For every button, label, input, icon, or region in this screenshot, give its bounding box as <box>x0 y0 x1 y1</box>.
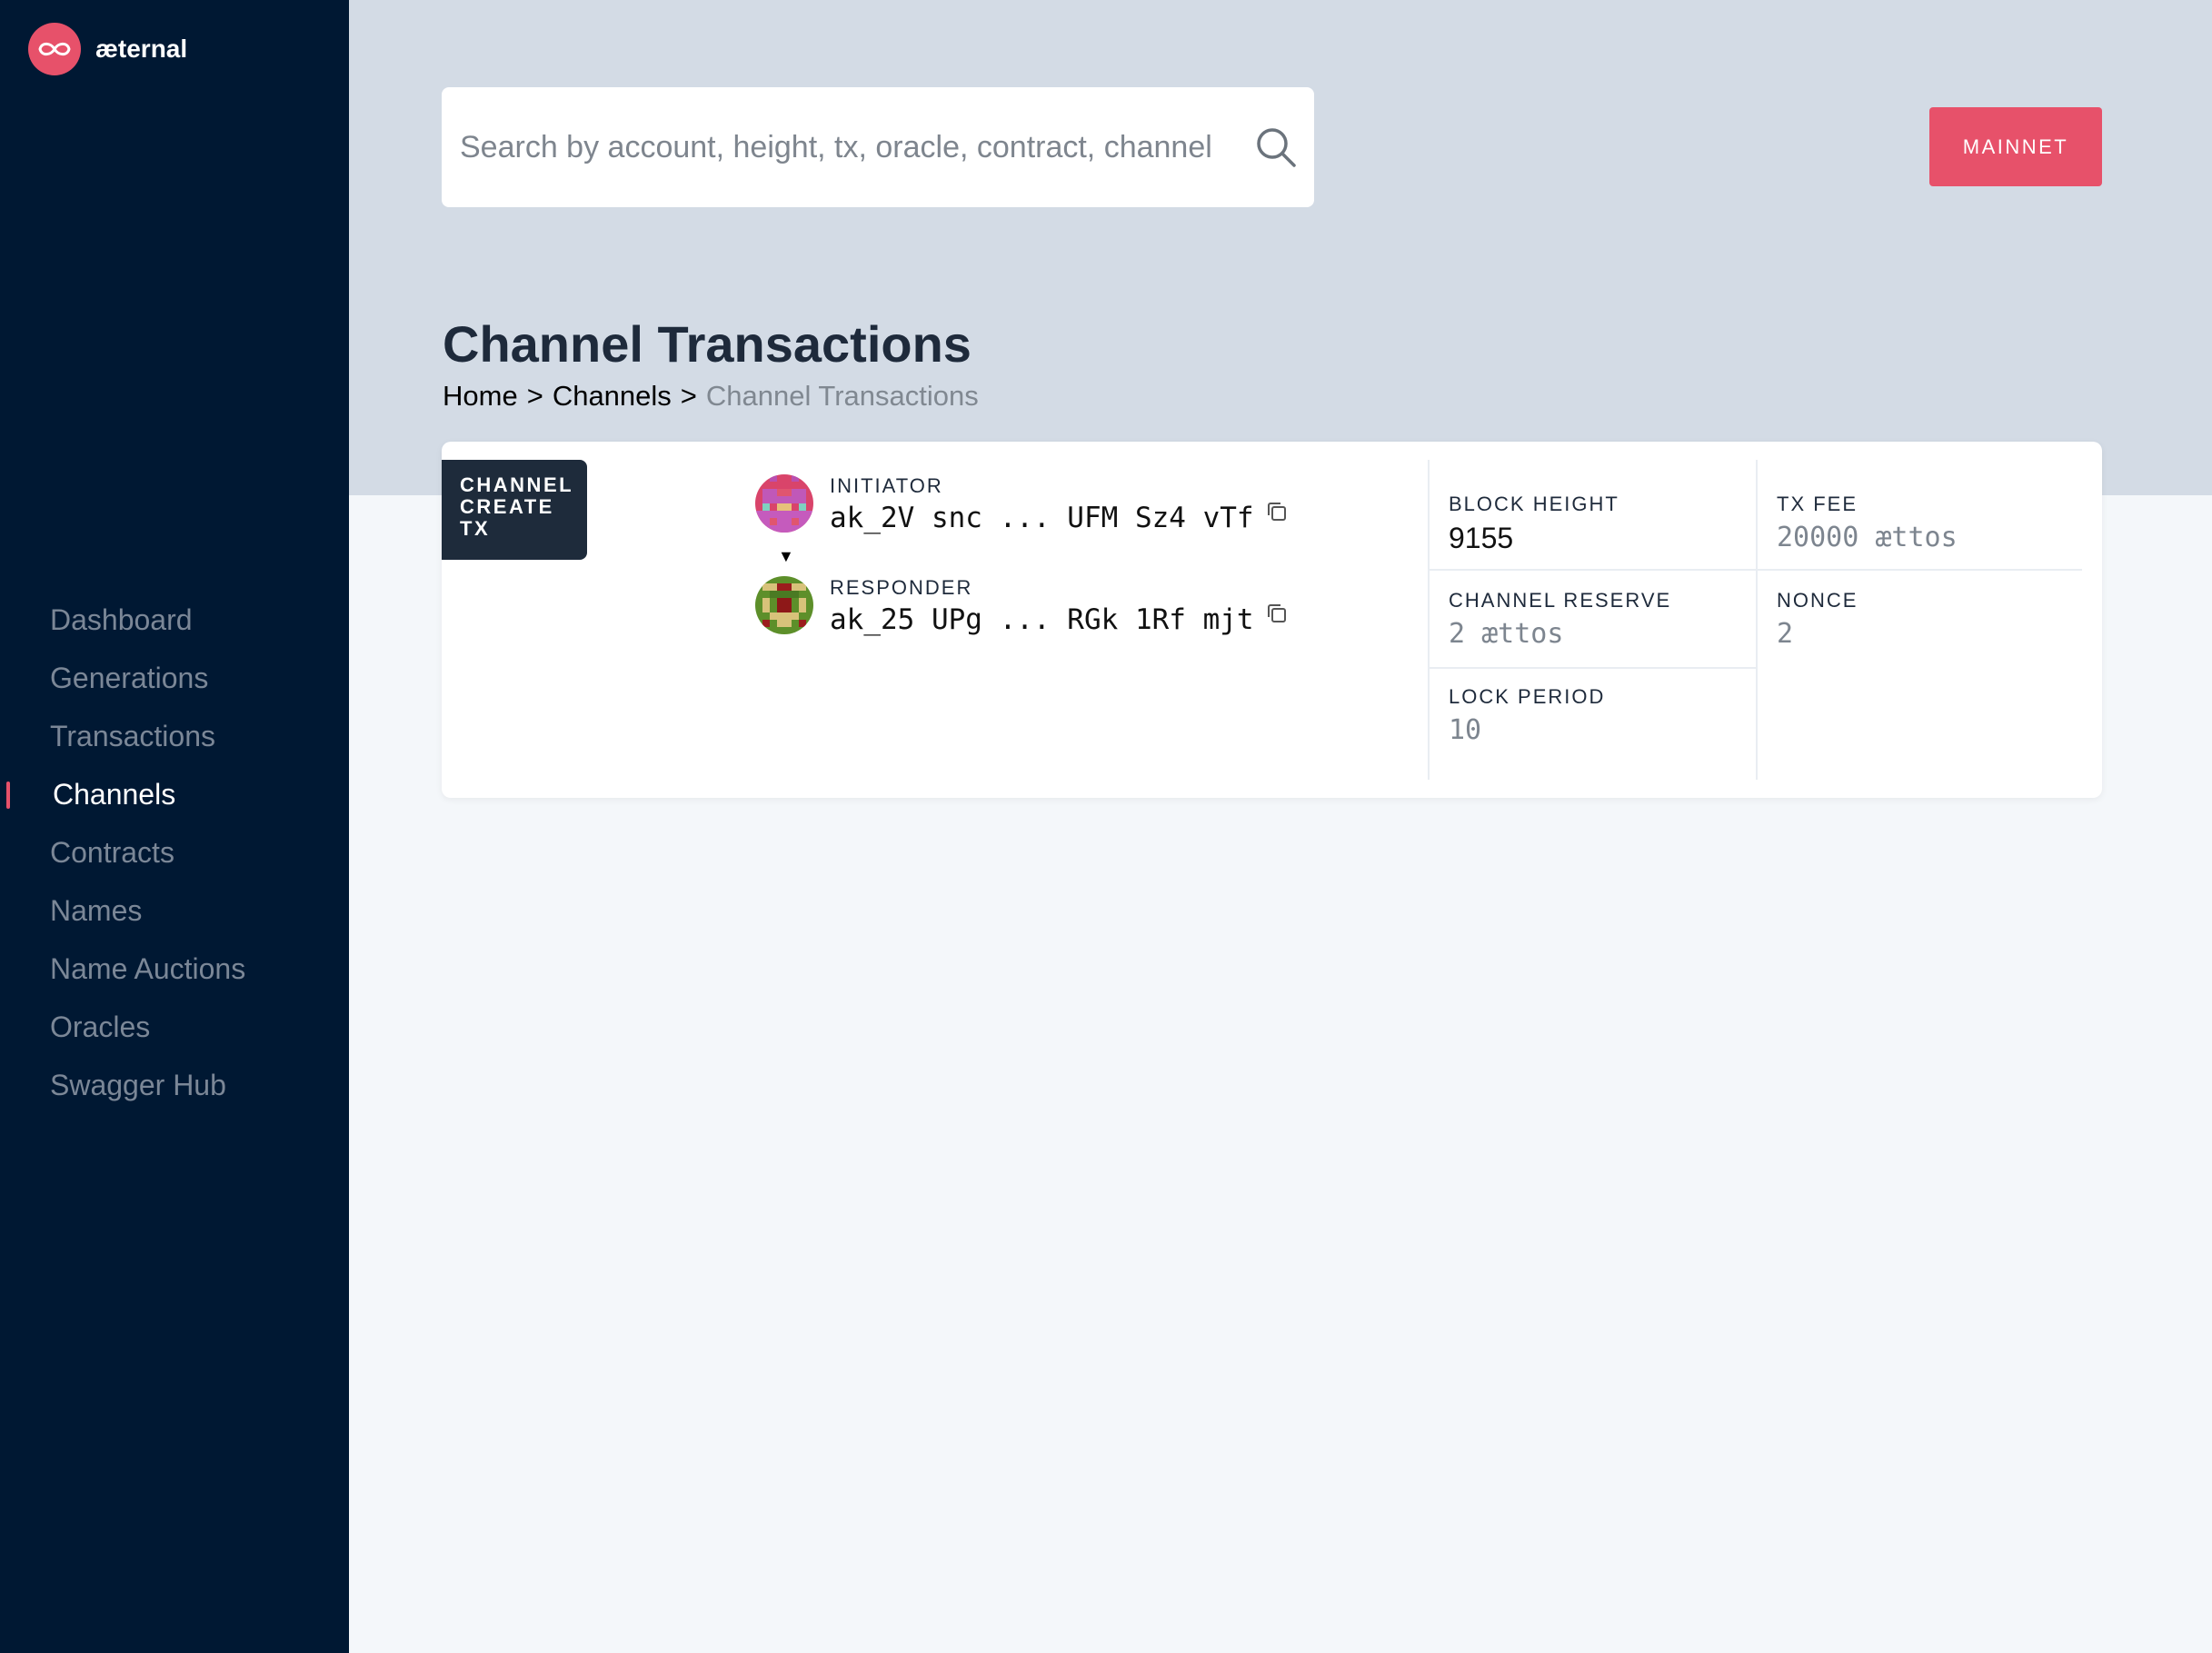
divider <box>1428 460 1430 780</box>
stat-value: 20000 ættos <box>1777 522 1958 553</box>
stat-label: NONCE <box>1777 589 1858 612</box>
divider <box>1430 569 2082 571</box>
responder-address[interactable]: ak_25 UPg ... RGk 1Rf mjt <box>830 603 1254 636</box>
sidebar-item-label: Dashboard <box>50 602 193 636</box>
sidebar-item-label: Transactions <box>50 719 215 752</box>
search-bar <box>442 87 1314 207</box>
responder-role: RESPONDER <box>830 576 973 599</box>
network-button[interactable]: MAINNET <box>1929 107 2102 186</box>
copy-icon[interactable] <box>1263 600 1290 627</box>
sidebar-item-names[interactable]: Names <box>0 881 349 940</box>
stat-value: 10 <box>1449 714 1482 746</box>
breadcrumb-separator: > <box>680 380 697 412</box>
stat-channel-reserve: CHANNEL RESERVE 2 ættos <box>1449 589 1671 650</box>
breadcrumb-home[interactable]: Home <box>443 380 518 413</box>
sidebar-item-channels[interactable]: Channels <box>0 765 349 823</box>
breadcrumb-separator: > <box>526 380 543 412</box>
sidebar-item-label: Swagger Hub <box>50 1068 226 1101</box>
sidebar-item-label: Oracles <box>50 1010 151 1043</box>
sidebar-item-transactions[interactable]: Transactions <box>0 707 349 765</box>
initiator-avatar <box>755 474 813 533</box>
sidebar-item-oracles[interactable]: Oracles <box>0 998 349 1056</box>
stat-value: 2 <box>1777 618 1794 650</box>
stat-value[interactable]: 9155 <box>1449 522 1619 555</box>
search-icon[interactable] <box>1254 125 1298 169</box>
stat-label: CHANNEL RESERVE <box>1449 589 1672 612</box>
brand[interactable]: æternal <box>28 23 187 75</box>
initiator-address[interactable]: ak_2V snc ... UFM Sz4 vTf <box>830 502 1254 534</box>
sidebar-nav: Dashboard Generations Transactions Chann… <box>0 591 349 1114</box>
tx-type-badge: CHANNEL CREATE TX <box>442 460 587 560</box>
sidebar: æternal Dashboard Generations Transactio… <box>0 0 349 1653</box>
stat-label: BLOCK HEIGHT <box>1449 493 1619 515</box>
search-input[interactable] <box>460 129 1214 165</box>
initiator: INITIATOR ak_2V snc ... UFM Sz4 vTf <box>755 474 1290 534</box>
sidebar-item-label: Names <box>50 893 143 927</box>
divider <box>1430 667 1756 669</box>
stat-label: LOCK PERIOD <box>1449 685 1606 708</box>
sidebar-item-swagger-hub[interactable]: Swagger Hub <box>0 1056 349 1114</box>
sidebar-item-label: Channels <box>53 777 176 811</box>
arrow-down-icon: ▼ <box>778 547 794 565</box>
stat-block-height: BLOCK HEIGHT 9155 <box>1449 493 1619 555</box>
page-title: Channel Transactions <box>443 315 971 373</box>
sidebar-item-label: Generations <box>50 661 209 694</box>
responder-avatar <box>755 576 813 634</box>
sidebar-item-label: Contracts <box>50 835 174 869</box>
breadcrumb-channels[interactable]: Channels <box>553 380 672 413</box>
stat-label: TX FEE <box>1777 493 1858 515</box>
breadcrumb-current: Channel Transactions <box>705 380 979 412</box>
stat-lock-period: LOCK PERIOD 10 <box>1449 685 1605 746</box>
sidebar-item-dashboard[interactable]: Dashboard <box>0 591 349 649</box>
responder: RESPONDER ak_25 UPg ... RGk 1Rf mjt <box>755 576 1290 636</box>
header-band <box>349 0 2212 495</box>
copy-icon[interactable] <box>1263 498 1290 525</box>
stat-tx-fee: TX FEE 20000 ættos <box>1777 493 1958 553</box>
infinity-icon <box>28 23 81 75</box>
initiator-role: INITIATOR <box>830 474 943 497</box>
stat-value: 2 ættos <box>1449 618 1564 650</box>
sidebar-item-contracts[interactable]: Contracts <box>0 823 349 881</box>
transaction-card[interactable]: CHANNEL CREATE TX INITIATOR ak_2V snc ... … <box>442 442 2102 798</box>
stat-nonce: NONCE 2 <box>1777 589 1858 650</box>
sidebar-item-generations[interactable]: Generations <box>0 649 349 707</box>
divider <box>1756 460 1758 780</box>
brand-name: æternal <box>95 35 188 63</box>
sidebar-item-name-auctions[interactable]: Name Auctions <box>0 940 349 998</box>
sidebar-item-label: Name Auctions <box>50 951 246 985</box>
breadcrumb: Home > Channels > Channel Transactions <box>443 380 979 413</box>
